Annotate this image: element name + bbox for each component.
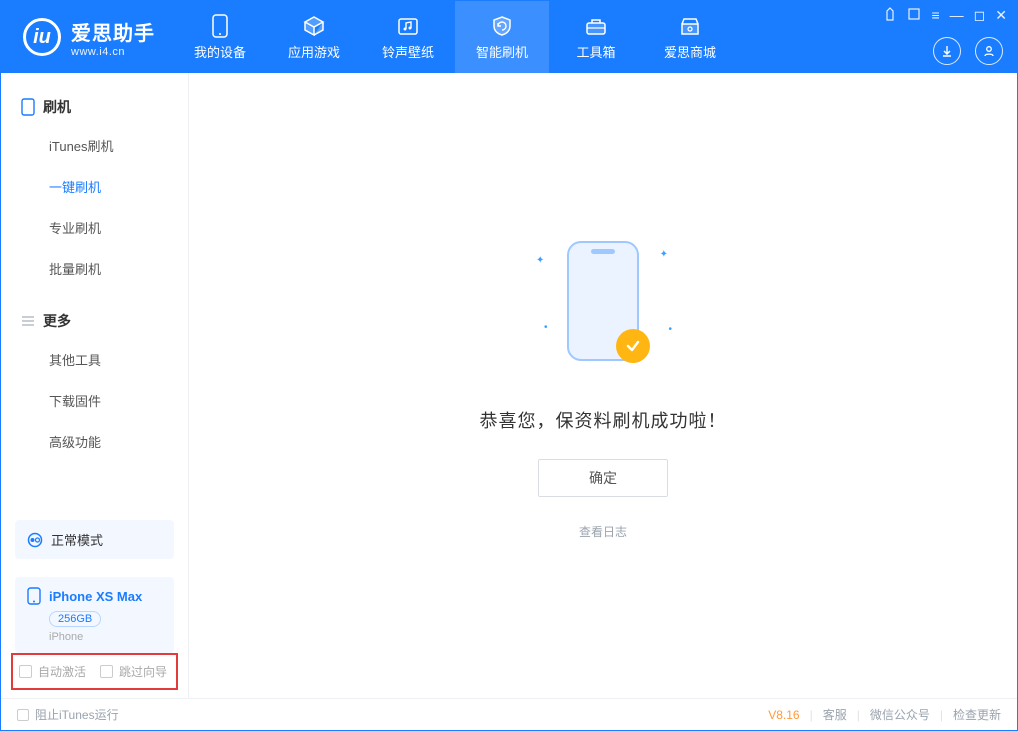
- checkbox-label: 阻止iTunes运行: [35, 706, 119, 723]
- checkbox-icon: [17, 709, 29, 721]
- account-icon[interactable]: [975, 37, 1003, 65]
- version-label: V8.16: [768, 708, 799, 722]
- link-check-update[interactable]: 检查更新: [953, 706, 1001, 723]
- download-icon[interactable]: [933, 37, 961, 65]
- cube-icon: [302, 14, 326, 38]
- close-button[interactable]: ✕: [995, 7, 1007, 24]
- sidebar-item-onekey-flash[interactable]: 一键刷机: [1, 166, 188, 207]
- success-message: 恭喜您，保资料刷机成功啦！: [480, 407, 727, 433]
- device-mode-label: 正常模式: [51, 530, 103, 549]
- highlighted-checkbox-row: 自动激活 跳过向导: [11, 653, 178, 690]
- checkbox-auto-activate[interactable]: 自动激活: [19, 663, 86, 680]
- phone-outline-icon: [21, 98, 35, 116]
- sparkle-icon: •: [544, 322, 548, 333]
- tab-smart-flash[interactable]: 智能刷机: [455, 1, 549, 73]
- checkbox-skip-guide[interactable]: 跳过向导: [100, 663, 167, 680]
- sparkle-icon: ✦: [536, 255, 544, 266]
- tab-label: 智能刷机: [476, 42, 528, 61]
- sparkle-icon: •: [668, 324, 672, 335]
- ok-button[interactable]: 确定: [538, 459, 668, 497]
- sidebar-group-flash: 刷机: [1, 89, 188, 125]
- tab-shop[interactable]: 爱思商城: [643, 1, 737, 73]
- sparkle-icon: ✦: [660, 249, 668, 260]
- toolbox-icon: [584, 14, 608, 38]
- app-body: 刷机 iTunes刷机 一键刷机 专业刷机 批量刷机 更多 其他工具 下载固件 …: [1, 73, 1017, 698]
- mode-icon: [27, 532, 43, 548]
- checkbox-block-itunes[interactable]: 阻止iTunes运行: [17, 706, 119, 723]
- tab-toolbox[interactable]: 工具箱: [549, 1, 643, 73]
- header-tabs: 我的设备 应用游戏 铃声壁纸 智能刷机 工具箱: [173, 1, 737, 73]
- tab-label: 工具箱: [576, 42, 615, 61]
- logo-icon: iu: [23, 18, 61, 56]
- sidebar-group-more: 更多: [1, 303, 188, 339]
- success-illustration: ✦ ✦ • •: [528, 231, 678, 381]
- app-site: www.i4.cn: [71, 46, 155, 58]
- maximize-button[interactable]: ◻: [974, 7, 986, 24]
- sidebar-group-title: 刷机: [43, 97, 71, 117]
- minimize-button[interactable]: —: [950, 7, 964, 24]
- tab-my-device[interactable]: 我的设备: [173, 1, 267, 73]
- app-name: 爱思助手: [71, 17, 155, 46]
- window-controls: ≡ — ◻ ✕: [883, 7, 1007, 24]
- skin-icon[interactable]: [907, 7, 921, 24]
- tab-label: 铃声壁纸: [382, 42, 434, 61]
- tab-label: 爱思商城: [664, 42, 716, 61]
- app-header: iu 爱思助手 www.i4.cn 我的设备 应用游戏 铃声壁纸: [1, 1, 1017, 73]
- device-name: iPhone XS Max: [49, 589, 142, 604]
- sidebar-item-batch-flash[interactable]: 批量刷机: [1, 248, 188, 289]
- checkbox-label: 自动激活: [38, 663, 86, 680]
- device-icon: [208, 14, 232, 38]
- checkbox-label: 跳过向导: [119, 663, 167, 680]
- status-right: V8.16 | 客服 | 微信公众号 | 检查更新: [768, 706, 1001, 723]
- device-small-icon: [27, 587, 41, 605]
- cloth-icon[interactable]: [883, 7, 897, 24]
- sidebar-item-other-tools[interactable]: 其他工具: [1, 339, 188, 380]
- shop-icon: [678, 14, 702, 38]
- tab-label: 应用游戏: [288, 42, 340, 61]
- link-service[interactable]: 客服: [823, 706, 847, 723]
- sidebar-item-itunes-flash[interactable]: iTunes刷机: [1, 125, 188, 166]
- sidebar-group-title: 更多: [43, 311, 71, 331]
- main-content: ✦ ✦ • • 恭喜您，保资料刷机成功啦！ 确定 查看日志: [189, 73, 1017, 698]
- app-logo: iu 爱思助手 www.i4.cn: [1, 1, 173, 73]
- status-bar: 阻止iTunes运行 V8.16 | 客服 | 微信公众号 | 检查更新: [1, 698, 1017, 730]
- tab-apps-games[interactable]: 应用游戏: [267, 1, 361, 73]
- sidebar-item-pro-flash[interactable]: 专业刷机: [1, 207, 188, 248]
- list-icon: [21, 314, 35, 328]
- view-log-link[interactable]: 查看日志: [579, 523, 627, 540]
- menu-icon[interactable]: ≡: [931, 7, 939, 24]
- check-badge-icon: [616, 329, 650, 363]
- sidebar-item-download-firmware[interactable]: 下载固件: [1, 380, 188, 421]
- device-type: iPhone: [49, 631, 162, 643]
- checkbox-icon: [19, 665, 32, 678]
- sidebar: 刷机 iTunes刷机 一键刷机 专业刷机 批量刷机 更多 其他工具 下载固件 …: [1, 73, 189, 698]
- music-folder-icon: [396, 14, 420, 38]
- tab-ringtones-wallpapers[interactable]: 铃声壁纸: [361, 1, 455, 73]
- device-info-box[interactable]: iPhone XS Max 256GB iPhone: [15, 577, 174, 653]
- checkbox-icon: [100, 665, 113, 678]
- link-wechat[interactable]: 微信公众号: [870, 706, 930, 723]
- refresh-shield-icon: [490, 14, 514, 38]
- device-capacity: 256GB: [49, 611, 101, 627]
- logo-text: 爱思助手 www.i4.cn: [71, 17, 155, 58]
- sidebar-item-advanced[interactable]: 高级功能: [1, 421, 188, 462]
- tab-label: 我的设备: [194, 42, 246, 61]
- header-right-icons: [933, 37, 1003, 65]
- device-mode-box[interactable]: 正常模式: [15, 520, 174, 559]
